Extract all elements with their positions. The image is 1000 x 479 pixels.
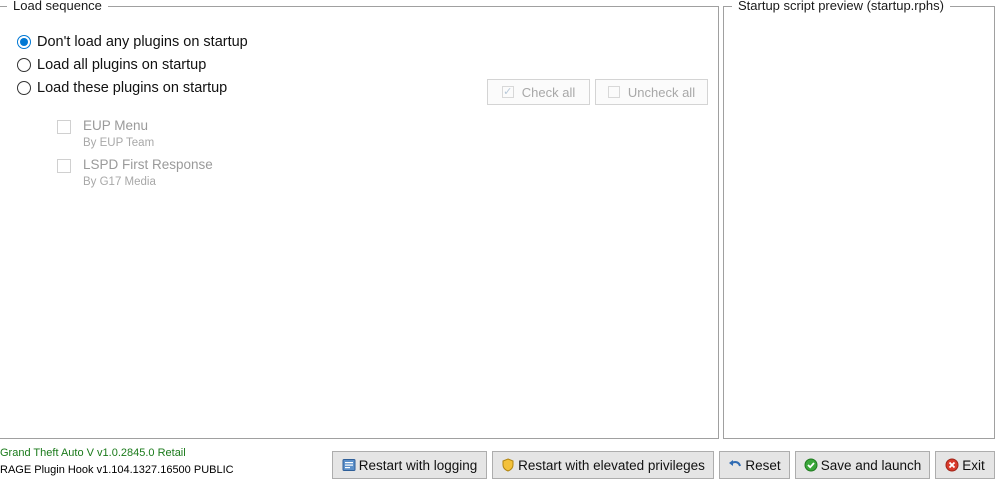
- radio-label: Load all plugins on startup: [37, 57, 207, 73]
- plugin-name: EUP Menu: [83, 118, 149, 133]
- restart-with-logging-label: Restart with logging: [358, 457, 478, 473]
- restart-elevated-button[interactable]: Restart with elevated privileges: [492, 451, 714, 479]
- reset-button[interactable]: Reset: [719, 451, 790, 479]
- radio-dont-load-plugins[interactable]: Don't load any plugins on startup: [17, 34, 248, 50]
- plugin-author: By EUP Team: [83, 137, 155, 149]
- check-all-button[interactable]: ✓ Check all: [487, 79, 590, 105]
- rph-version-label: RAGE Plugin Hook v1.104.1327.16500 PUBLI…: [0, 464, 234, 476]
- radio-indicator[interactable]: [17, 58, 31, 72]
- startup-script-preview-area[interactable]: [728, 21, 990, 434]
- close-circle-icon: [945, 458, 959, 472]
- radio-label: Don't load any plugins on startup: [37, 34, 248, 50]
- plugin-item-eup-menu[interactable]: EUP Menu By EUP Team: [57, 117, 154, 151]
- checkmark-icon: ✓: [501, 86, 514, 98]
- save-and-launch-button[interactable]: Save and launch: [795, 451, 930, 479]
- plugin-name: LSPD First Response: [83, 157, 213, 172]
- check-circle-icon: [804, 458, 818, 472]
- plugin-checkbox[interactable]: [57, 159, 71, 173]
- empty-checkbox-icon: [607, 86, 620, 98]
- restart-with-logging-button[interactable]: Restart with logging: [332, 451, 487, 479]
- plugin-item-lspd-first-response[interactable]: LSPD First Response By G17 Media: [57, 156, 213, 190]
- radio-label: Load these plugins on startup: [37, 80, 228, 96]
- save-and-launch-label: Save and launch: [820, 457, 922, 473]
- exit-button[interactable]: Exit: [935, 451, 995, 479]
- plugin-author: By G17 Media: [83, 176, 156, 188]
- startup-script-preview-group: Startup script preview (startup.rphs): [723, 0, 995, 439]
- radio-load-these-plugins[interactable]: Load these plugins on startup: [17, 80, 227, 96]
- shield-icon: [502, 458, 514, 472]
- game-version-label: Grand Theft Auto V v1.0.2845.0 Retail: [0, 447, 186, 459]
- radio-load-all-plugins[interactable]: Load all plugins on startup: [17, 57, 206, 73]
- reset-label: Reset: [745, 457, 781, 473]
- load-sequence-title: Load sequence: [7, 0, 108, 14]
- undo-arrow-icon: [729, 460, 742, 467]
- log-file-icon: [342, 459, 356, 471]
- preview-title: Startup script preview (startup.rphs): [732, 0, 950, 14]
- uncheck-all-button[interactable]: Uncheck all: [595, 79, 708, 105]
- radio-indicator[interactable]: [17, 81, 31, 95]
- restart-elevated-label: Restart with elevated privileges: [518, 457, 705, 473]
- uncheck-all-label: Uncheck all: [627, 84, 696, 100]
- check-all-label: Check all: [521, 84, 576, 100]
- exit-label: Exit: [962, 457, 985, 473]
- plugin-checkbox[interactable]: [57, 120, 71, 134]
- radio-selected-indicator[interactable]: [17, 35, 31, 49]
